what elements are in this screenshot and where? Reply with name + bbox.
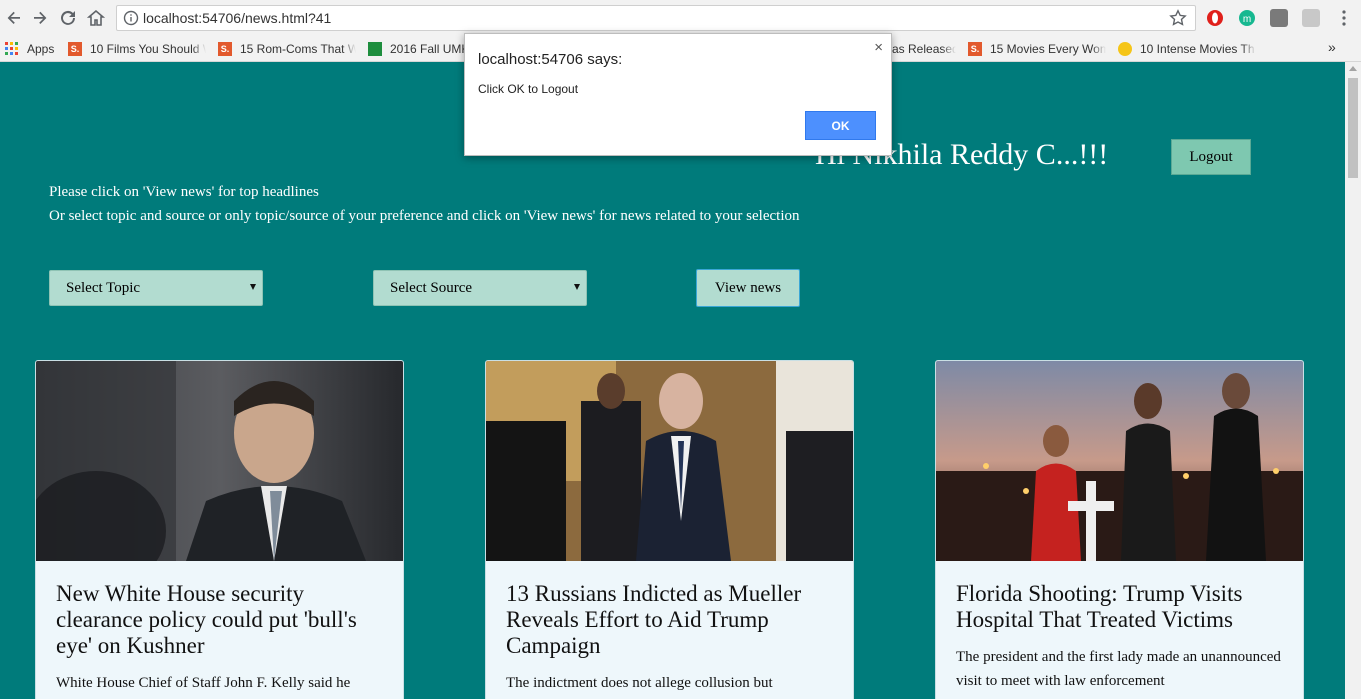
bookmark-item[interactable]: S. 15 Rom-Coms That W xyxy=(218,40,356,58)
bookmark-item[interactable]: as Released xyxy=(892,40,956,58)
bookmark-label: 15 Movies Every Wom xyxy=(990,42,1106,56)
card-description: The indictment does not allege collusion… xyxy=(506,675,773,691)
logout-confirm-dialog: localhost:54706 says: × Click OK to Logo… xyxy=(464,33,892,156)
news-photo-mueller xyxy=(486,361,853,561)
news-card[interactable]: New White House security clearance polic… xyxy=(35,360,404,699)
browser-toolbar: localhost:54706/news.html?41 m xyxy=(0,0,1361,36)
scroll-up-arrow-icon[interactable] xyxy=(1349,66,1357,71)
topic-select-value: Select Topic xyxy=(66,279,141,296)
source-select[interactable]: Select Source xyxy=(373,270,587,306)
page-scrollbar[interactable] xyxy=(1345,62,1361,699)
bookmark-apps[interactable]: Apps xyxy=(5,40,60,58)
instruction-line-2: Or select topic and source or only topic… xyxy=(49,208,800,224)
card-title[interactable]: 13 Russians Indicted as Mueller Reveals … xyxy=(506,581,836,659)
instruction-line-1: Please click on 'View news' for top head… xyxy=(49,184,319,200)
logout-button[interactable]: Logout xyxy=(1171,139,1251,175)
translate-extension-icon[interactable] xyxy=(1302,9,1320,27)
info-icon[interactable] xyxy=(123,10,139,26)
card-title[interactable]: Florida Shooting: Trump Visits Hospital … xyxy=(956,581,1286,633)
reload-icon[interactable] xyxy=(56,6,80,30)
card-description: White House Chief of Staff John F. Kelly… xyxy=(56,675,351,691)
news-photo-kushner xyxy=(36,361,403,561)
s-favicon-icon: S. xyxy=(968,42,982,56)
news-photo-vigil xyxy=(936,361,1303,561)
bookmark-label: 2016 Fall UMK xyxy=(390,42,466,56)
topic-select[interactable]: Select Topic xyxy=(49,270,263,306)
menu-kebab-icon[interactable] xyxy=(1332,6,1356,30)
lightbulb-favicon-icon xyxy=(1118,42,1132,56)
pocket-extension-icon[interactable] xyxy=(1270,9,1288,27)
dialog-title: localhost:54706 says: xyxy=(478,51,623,68)
bookmark-label: 10 Films You Should Watch xyxy=(90,42,206,56)
bookmark-star-icon[interactable] xyxy=(1169,9,1187,27)
dropdown-caret-icon xyxy=(250,284,256,290)
news-card[interactable]: Florida Shooting: Trump Visits Hospital … xyxy=(935,360,1304,699)
card-title[interactable]: New White House security clearance polic… xyxy=(56,581,386,659)
s-favicon-icon: S. xyxy=(68,42,82,56)
close-icon[interactable]: × xyxy=(874,39,883,56)
news-page: Hi Nikhila Reddy C...!!! Logout Please c… xyxy=(0,62,1345,699)
card-description: The president and the first lady made an… xyxy=(956,649,1281,689)
dialog-message: Click OK to Logout xyxy=(478,82,579,96)
address-bar[interactable]: localhost:54706/news.html?41 xyxy=(116,5,1196,31)
url-text: localhost:54706/news.html?41 xyxy=(143,10,332,26)
back-arrow-icon[interactable] xyxy=(2,6,26,30)
bookmark-item[interactable]: 10 Intense Movies Th xyxy=(1118,40,1256,58)
dropdown-caret-icon xyxy=(574,284,580,290)
news-card[interactable]: 13 Russians Indicted as Mueller Reveals … xyxy=(485,360,854,699)
home-icon[interactable] xyxy=(84,6,108,30)
bookmark-item[interactable]: S. 10 Films You Should Watch xyxy=(68,40,206,58)
bookmark-label: 10 Intense Movies Th xyxy=(1140,42,1255,56)
s-favicon-icon: S. xyxy=(218,42,232,56)
forward-arrow-icon[interactable] xyxy=(28,6,52,30)
view-news-button[interactable]: View news xyxy=(696,269,800,307)
sheets-favicon-icon xyxy=(368,42,382,56)
ok-button[interactable]: OK xyxy=(805,111,876,140)
scrollbar-thumb[interactable] xyxy=(1348,78,1358,178)
bookmark-item[interactable]: S. 15 Movies Every Wom xyxy=(968,40,1106,58)
bookmark-label: Apps xyxy=(27,42,55,56)
source-select-value: Select Source xyxy=(390,279,473,296)
bookmark-item[interactable]: 2016 Fall UMK xyxy=(368,40,466,58)
bookmarks-overflow-icon[interactable]: » xyxy=(1328,38,1340,56)
svg-text:m: m xyxy=(1243,14,1251,25)
apps-grid-icon xyxy=(5,42,18,55)
grammarly-extension-icon[interactable]: m xyxy=(1238,9,1256,27)
bookmark-label: 15 Rom-Coms That W xyxy=(240,42,356,56)
opera-extension-icon[interactable] xyxy=(1206,9,1224,27)
